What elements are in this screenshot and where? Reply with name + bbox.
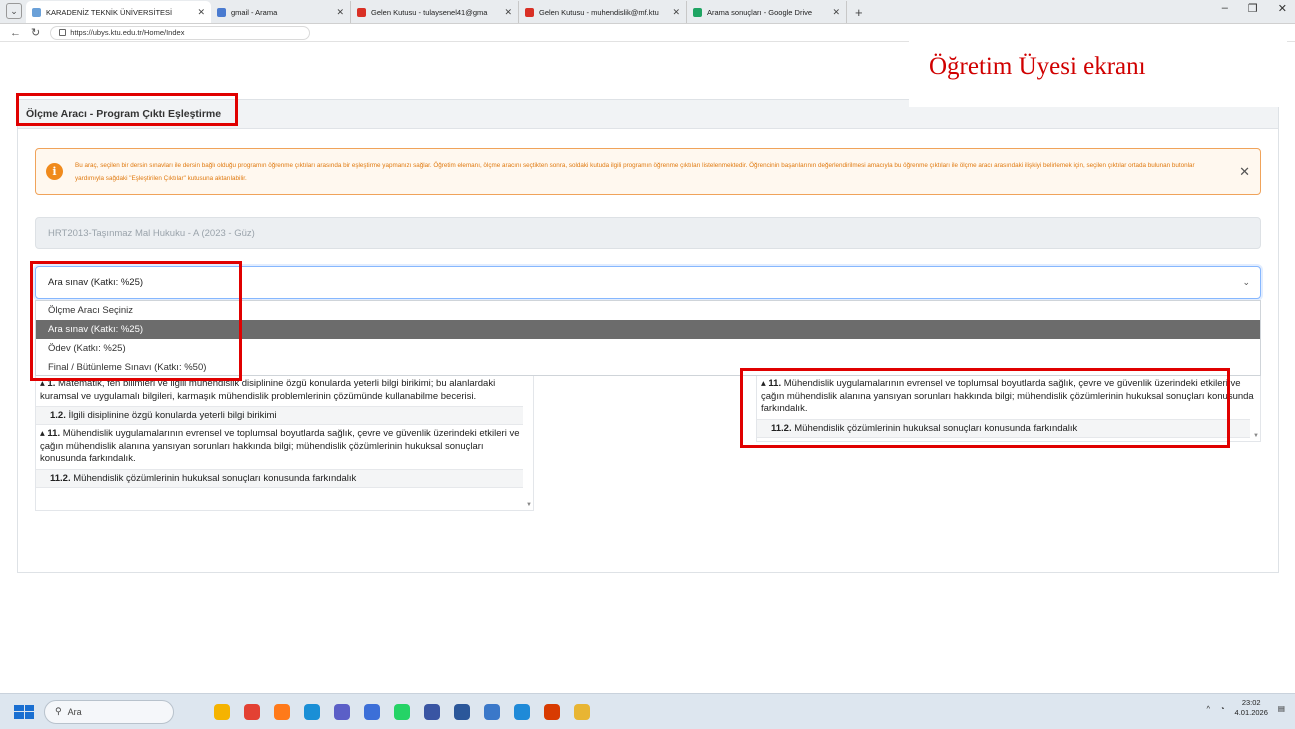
tab-strip: KARADENİZ TEKNİK ÜNİVERSİTESİ ✕ gmail - Ar… [26,0,847,23]
window-controls: – ❐ ✕ [1222,2,1287,15]
clock-date: 4.01.2026 [1234,708,1268,717]
chrome-icon[interactable] [244,703,260,720]
outcome-item[interactable]: ▴ 1. Matematik, fen bilimleri ve ilgili … [36,375,533,406]
favicon-icon [32,7,41,17]
dropdown-option[interactable]: Ödev (Katkı: %25) [36,339,1260,358]
dropdown-option[interactable]: Ara sınav (Katkı: %25) [36,320,1260,339]
explorer-icon[interactable] [574,703,590,720]
browser-tab[interactable]: Gelen Kutusu - tulaysenel41@gma ✕ [351,1,519,23]
visio-icon[interactable] [424,703,440,720]
taskbar-search[interactable]: ⚲ Ara [44,699,174,724]
tab-title: Gelen Kutusu - muhendislik@mf.ktu [539,7,659,17]
tab-close-icon[interactable]: ✕ [832,7,840,18]
info-icon: i [46,163,63,180]
minimize-icon[interactable]: – [1222,2,1228,15]
notification-icon[interactable]: ▤ [1278,704,1285,713]
browser-tabbar: ⌄ KARADENİZ TEKNİK ÜNİVERSİTESİ ✕ gmail - … [0,0,1295,24]
word-icon[interactable] [454,703,470,720]
sub-outcome-number: 1.2. [50,410,66,421]
tab-list-button[interactable]: ⌄ [6,3,22,19]
browser-tab[interactable]: Arama sonuçları - Google Drive ✕ [687,1,847,23]
network-icon[interactable]: ◔ [1220,704,1225,713]
outcome-item[interactable]: ▴ 11. Mühendislik uygulamalarının evrens… [36,425,533,469]
outcome-number: 11. [47,428,61,439]
search-icon: ⚲ [55,706,62,716]
outcome-number: 1. [47,378,56,389]
favicon-icon [217,7,226,17]
program-outcomes-list[interactable]: ▴ 1. Matematik, fen bilimleri ve ilgili … [35,374,534,511]
outcome-text: Mühendislik uygulamalarının evrensel ve … [40,428,520,464]
dropdown-option[interactable]: Ölçme Aracı Seçiniz [36,301,1260,320]
matched-outcome-item[interactable]: ▴ 11. Mühendislik uygulamalarının evrens… [757,375,1260,419]
teams-icon[interactable] [334,703,350,720]
outcome-text: Mühendislik uygulamalarının evrensel ve … [761,378,1254,414]
outcome-number: 11. [768,378,782,389]
whatsapp-icon[interactable] [394,703,410,720]
clock-time: 23:02 [1241,698,1261,707]
chevron-up-icon[interactable]: ^ [1206,704,1210,713]
taskbar-apps [214,703,590,720]
url-text: https://ubys.ktu.edu.tr/Home/Index [70,28,185,37]
url-field[interactable]: https://ubys.ktu.edu.tr/Home/Index [50,25,311,40]
sub-outcome-text: Mühendislik çözümlerinin hukuksal sonuçl… [73,472,357,484]
matched-sub-outcome-item[interactable]: 11.2. Mühendislik çözümlerinin hukuksal … [757,418,1250,438]
dropdown-option[interactable]: Final / Bütünleme Sınavı (Katkı: %50) [36,358,1260,377]
store-icon[interactable] [514,703,530,720]
sub-outcome-item[interactable]: 1.2. İlgili disiplinine özgü konularda y… [36,406,523,425]
sub-outcome-text: İlgili disiplinine özgü konularda yeterl… [68,410,277,421]
page-content: Ölçme Aracı - Program Çıktı Eşleştirme i… [0,43,1295,693]
tab-close-icon[interactable]: ✕ [504,7,512,18]
close-window-icon[interactable]: ✕ [1278,2,1287,15]
measurement-tool-select[interactable]: Ara sınav (Katkı: %25) ⌄ [35,266,1261,299]
tab-title: KARADENİZ TEKNİK ÜNİVERSİTESİ [46,7,173,17]
edge-icon[interactable] [304,703,320,720]
course-field: HRT2013-Taşınmaz Mal Hukuku - A (2023 - … [35,217,1261,249]
clock[interactable]: 23:02 4.01.2026 [1235,698,1268,718]
scroll-down-icon[interactable]: ▼ [526,502,532,508]
tab-close-icon[interactable]: ✕ [336,7,344,18]
taskbar-search-placeholder: Ara [67,706,82,717]
browser-tab[interactable]: Gelen Kutusu - muhendislik@mf.ktu ✕ [519,1,687,23]
tab-title: gmail - Arama [231,7,278,17]
back-icon[interactable]: ← [10,27,21,39]
sub-outcome-text: Mühendislik çözümlerinin hukuksal sonuçl… [794,422,1078,434]
favicon-icon [525,7,534,17]
favicon-icon [357,7,366,17]
info-alert: i Bu araç, seçilen bir dersin sınavları … [35,148,1261,195]
alert-close-icon[interactable]: ✕ [1239,164,1250,180]
outcome-text: Matematik, fen bilimleri ve ilgili mühen… [40,378,496,402]
chevron-down-icon: ⌄ [1242,277,1250,287]
select-value: Ara sınav (Katkı: %25) [48,277,144,288]
sub-outcome-number: 11.2. [771,422,792,434]
new-tab-button[interactable]: + [847,5,871,23]
tab-title: Gelen Kutusu - tulaysenel41@gma [371,7,488,17]
tab-close-icon[interactable]: ✕ [197,7,205,18]
photos-icon[interactable] [364,703,380,720]
tab-title: Arama sonuçları - Google Drive [707,7,813,17]
system-tray: ^ ◔ 23:02 4.01.2026 ▤ [1206,698,1285,718]
windows-start-icon[interactable] [14,704,34,719]
browser-tab[interactable]: gmail - Arama ✕ [211,1,351,23]
measurement-tool-dropdown: Ölçme Aracı Seçiniz Ara sınav (Katkı: %25… [35,300,1261,376]
browser-tab[interactable]: KARADENİZ TEKNİK ÜNİVERSİTESİ ✕ [26,1,211,23]
mapping-card: Ölçme Aracı - Program Çıktı Eşleştirme i… [17,99,1279,573]
sub-outcome-item[interactable]: 11.2. Mühendislik çözümlerinin hukuksal … [36,468,523,488]
scroll-down-icon[interactable]: ▼ [1253,433,1259,439]
sub-outcome-number: 11.2. [50,472,71,484]
defender-icon[interactable] [484,703,500,720]
office-icon[interactable] [544,703,560,720]
reload-icon[interactable]: ↻ [31,26,40,39]
firefox-icon[interactable] [274,703,290,720]
restore-icon[interactable]: ❐ [1248,2,1258,15]
copilot-icon[interactable] [214,703,230,720]
taskbar: ⚲ Ara ^ ◔ 23:02 4.01.2026 ▤ [0,693,1295,729]
matched-outcomes-list[interactable]: ▴ 11. Mühendislik uygulamalarının evrens… [756,374,1261,442]
alert-text: Bu araç, seçilen bir dersin sınavları il… [75,161,1195,182]
lock-icon [59,29,67,36]
favicon-icon [693,7,702,17]
annotation-caption: Öğretim Üyesi ekranı [909,26,1287,107]
tab-close-icon[interactable]: ✕ [672,7,680,18]
